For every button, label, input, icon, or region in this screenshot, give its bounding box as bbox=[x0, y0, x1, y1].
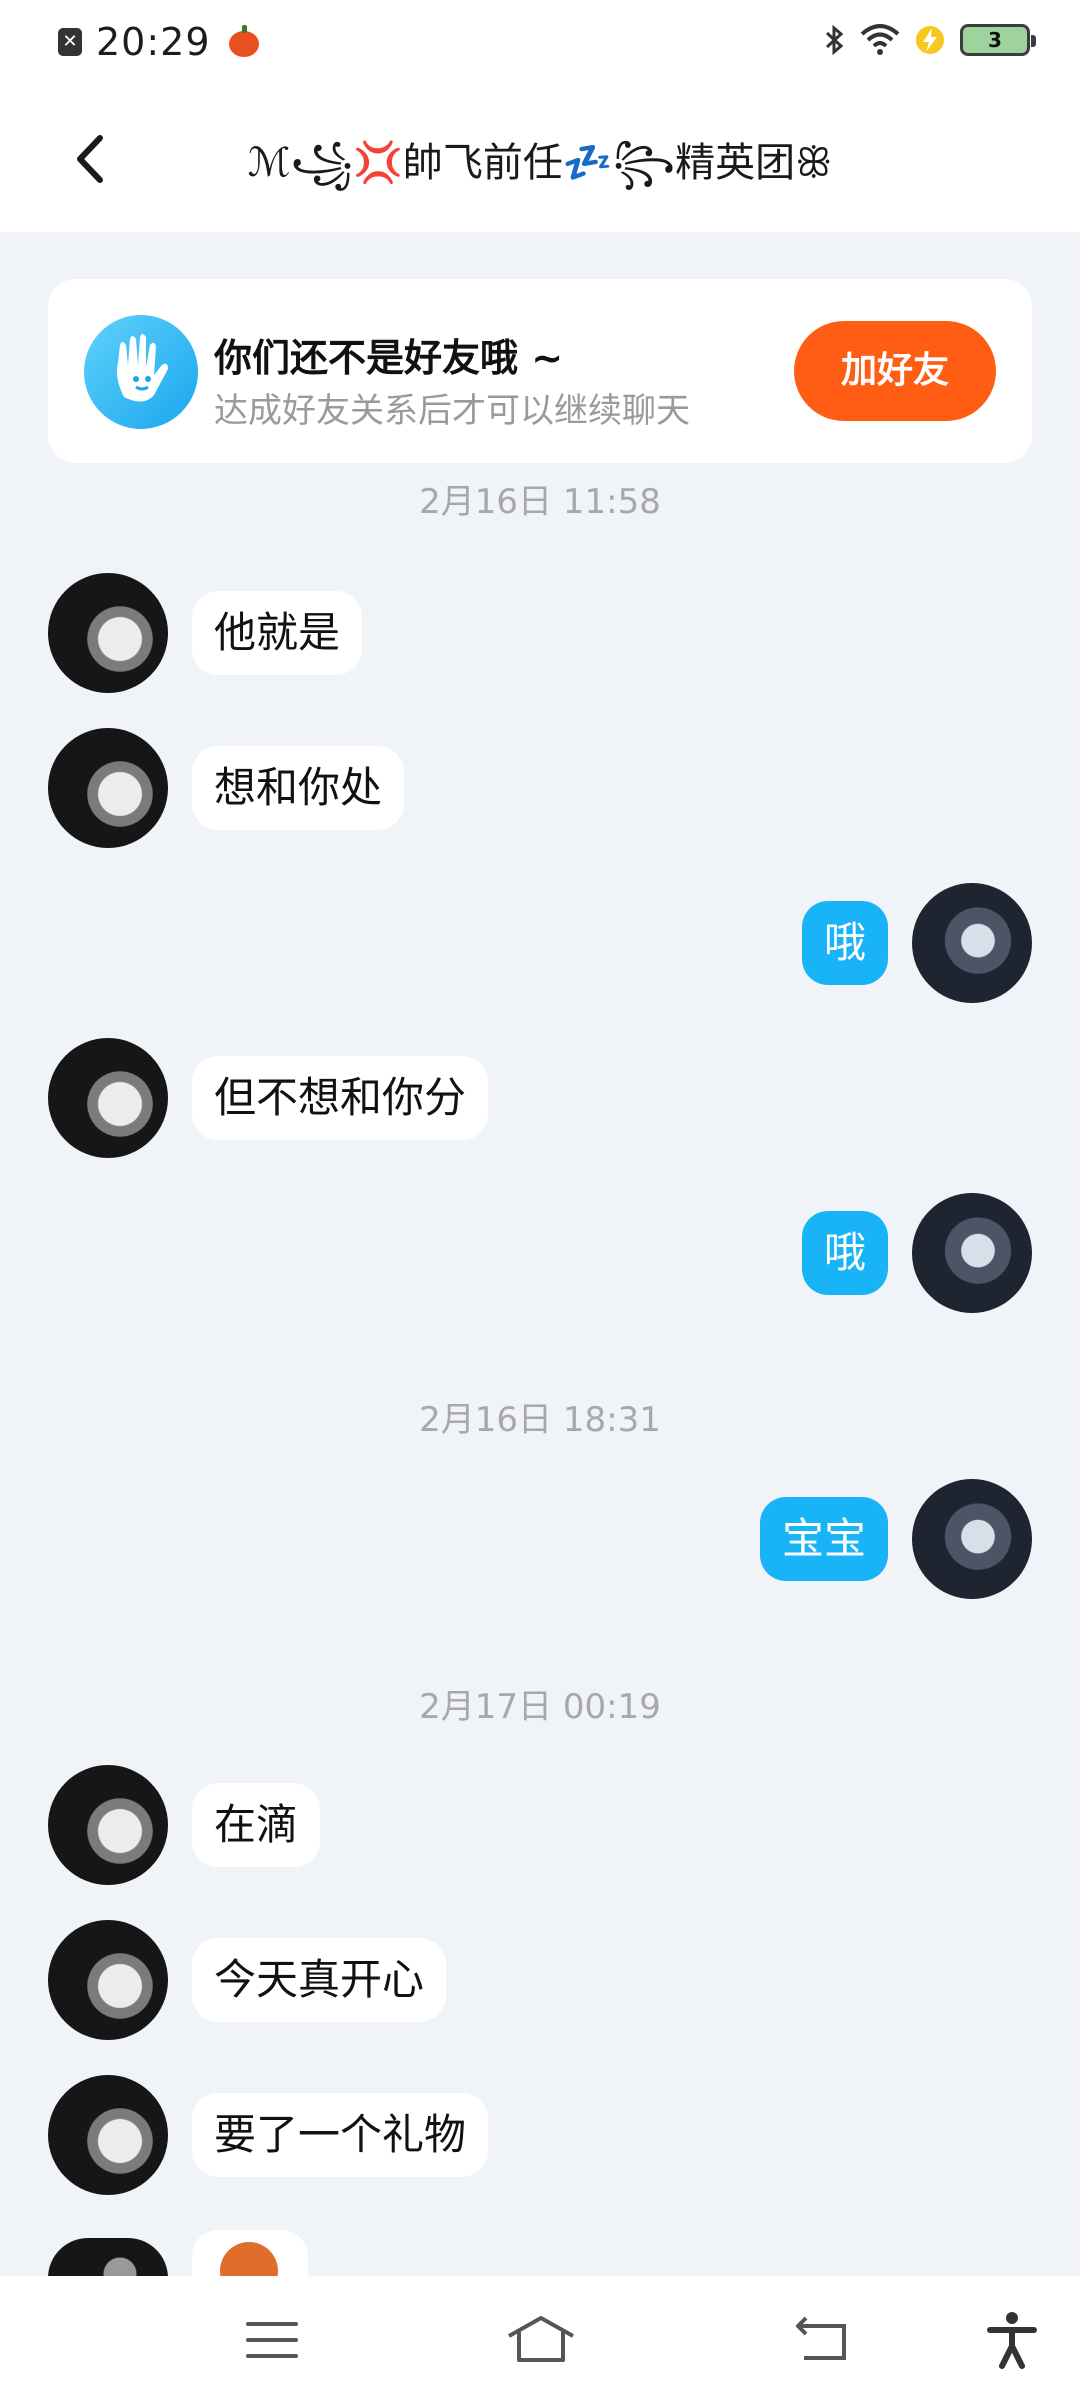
message-bubble[interactable]: 哦 bbox=[801, 1211, 888, 1295]
chat-header: ℳ꧁💢帥飞前任💤꧂精英团ꕥ bbox=[0, 86, 1080, 232]
add-friend-button[interactable]: 加好友 bbox=[794, 321, 996, 421]
message-bubble[interactable]: 想和你处 bbox=[192, 746, 405, 830]
nav-menu-button[interactable] bbox=[242, 2310, 302, 2370]
back-icon bbox=[796, 2316, 846, 2360]
avatar[interactable] bbox=[912, 883, 1032, 1003]
avatar[interactable] bbox=[48, 728, 168, 848]
timestamp: 2月16日 18:31 bbox=[419, 1400, 661, 1440]
nav-home-button[interactable] bbox=[505, 2310, 577, 2370]
status-time: 20:29 bbox=[96, 20, 211, 64]
message-row: 今天真开心 bbox=[48, 1920, 447, 2040]
wifi-icon bbox=[860, 24, 900, 55]
avatar[interactable] bbox=[48, 1920, 168, 2040]
avatar[interactable] bbox=[48, 1038, 168, 1158]
message-row: 哦 bbox=[801, 1193, 1032, 1313]
message-bubble[interactable]: 要了一个礼物 bbox=[192, 2093, 489, 2177]
back-button[interactable] bbox=[62, 124, 122, 194]
message-row: 他就是 bbox=[48, 573, 363, 693]
message-bubble[interactable]: 哦 bbox=[801, 901, 888, 985]
message-bubble[interactable]: 他就是 bbox=[192, 591, 363, 675]
add-friend-card: 你们还不是好友哦 ~ 达成好友关系后才可以继续聊天 加好友 bbox=[48, 279, 1032, 463]
nav-accessibility-button[interactable] bbox=[982, 2310, 1042, 2370]
avatar[interactable] bbox=[48, 2238, 168, 2278]
message-row: 在滴 bbox=[48, 1765, 321, 1885]
message-bubble[interactable]: 但不想和你分 bbox=[192, 1056, 489, 1140]
friend-card-title: 你们还不是好友哦 ~ bbox=[214, 336, 564, 380]
monkey-sticker bbox=[220, 2242, 278, 2278]
nav-back-button[interactable] bbox=[792, 2310, 852, 2370]
home-icon bbox=[508, 2316, 574, 2362]
message-row: 但不想和你分 bbox=[48, 1038, 489, 1158]
message-row: 要了一个礼物 bbox=[48, 2075, 489, 2195]
close-box-icon: ✕ bbox=[58, 28, 82, 56]
status-icons: 3 bbox=[824, 24, 1036, 56]
menu-icon bbox=[246, 2322, 298, 2358]
friend-card-subtitle: 达成好友关系后才可以继续聊天 bbox=[214, 391, 690, 431]
chevron-left-icon bbox=[77, 135, 103, 183]
bluetooth-icon bbox=[825, 24, 844, 56]
charging-icon bbox=[916, 26, 944, 54]
status-left: ✕ 20:29 bbox=[58, 20, 259, 64]
chat-title: ℳ꧁💢帥飞前任💤꧂精英团ꕥ bbox=[247, 140, 833, 186]
message-bubble[interactable]: 宝宝 bbox=[759, 1497, 888, 1581]
hand-wave-icon bbox=[84, 315, 198, 429]
message-bubble[interactable]: 在滴 bbox=[192, 1783, 321, 1867]
avatar[interactable] bbox=[48, 2075, 168, 2195]
avatar[interactable] bbox=[912, 1193, 1032, 1313]
message-row: 宝宝 bbox=[759, 1479, 1032, 1599]
battery-indicator: 3 bbox=[960, 24, 1036, 56]
timestamp-partial: 2月16日 11:58 bbox=[419, 486, 661, 522]
message-row: 哦 bbox=[801, 883, 1032, 1003]
message-bubble[interactable]: 今天真开心 bbox=[192, 1938, 447, 2022]
avatar[interactable] bbox=[48, 573, 168, 693]
avatar[interactable] bbox=[912, 1479, 1032, 1599]
timestamp: 2月17日 00:19 bbox=[419, 1687, 661, 1727]
message-row bbox=[48, 2230, 308, 2278]
message-bubble[interactable] bbox=[192, 2230, 308, 2278]
accessibility-icon bbox=[987, 2312, 1037, 2369]
pumpkin-icon bbox=[228, 25, 259, 57]
message-row: 想和你处 bbox=[48, 728, 405, 848]
system-nav-bar bbox=[0, 2276, 1080, 2400]
avatar[interactable] bbox=[48, 1765, 168, 1885]
status-bar: ✕ 20:29 3 bbox=[0, 0, 1080, 86]
